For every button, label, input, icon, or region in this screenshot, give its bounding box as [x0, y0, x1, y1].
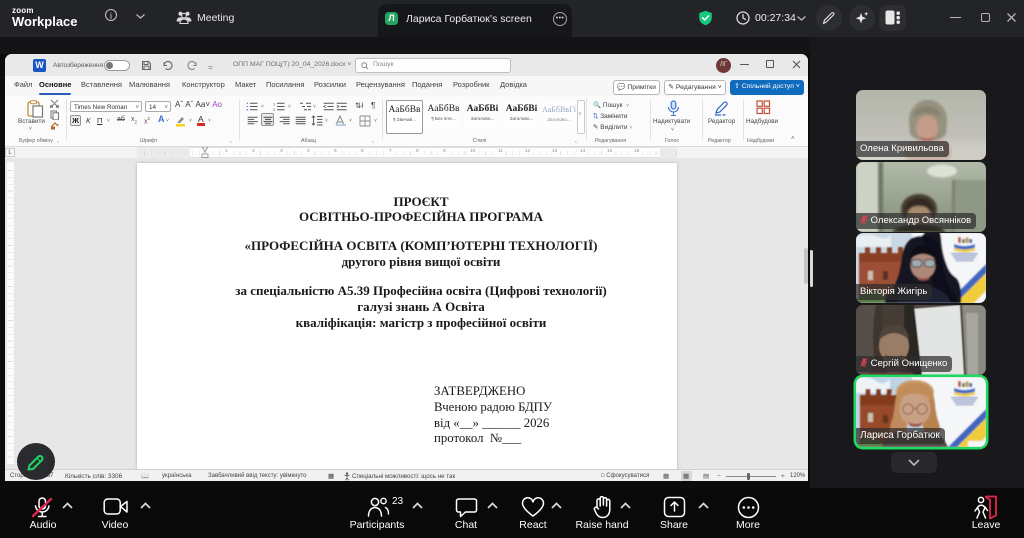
svg-text:2: 2 [273, 107, 276, 111]
